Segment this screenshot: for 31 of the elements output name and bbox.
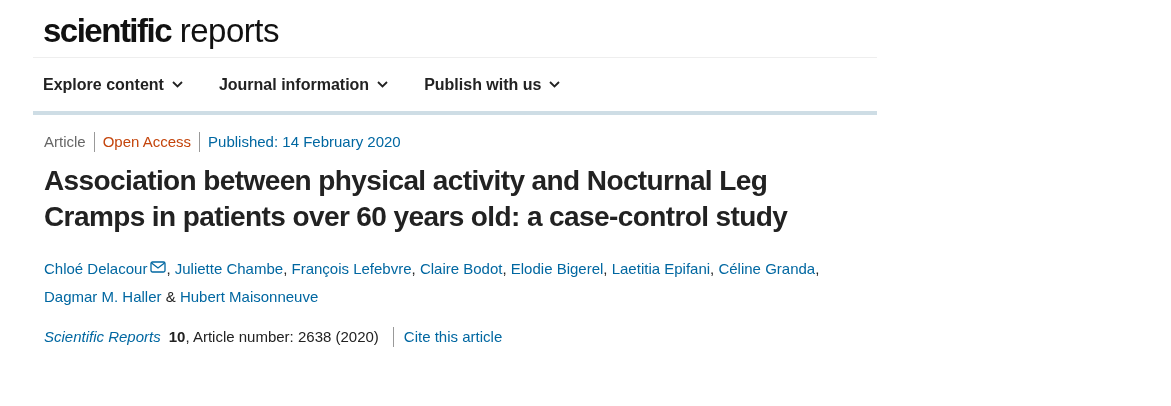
author-separator: , <box>502 260 507 277</box>
author-link[interactable]: Dagmar M. Haller <box>44 288 162 305</box>
chevron-icon <box>377 81 389 88</box>
publish-date: Published: 14 February 2020 <box>199 132 401 152</box>
author-link[interactable]: Hubert Maisonneuve <box>179 288 319 305</box>
nav-menu-button[interactable]: Journal information <box>218 72 389 97</box>
cite-link[interactable]: Cite this article <box>392 327 503 347</box>
nav-menu-button[interactable]: Publish with us <box>424 72 561 97</box>
author-separator: , <box>283 260 288 277</box>
author-link[interactable]: Juliette Chambe <box>174 260 284 277</box>
article-title: Association between physical activity and Nocturnal Leg Cramps in patients over 60 years old: a case-control study <box>44 164 789 234</box>
author-separator: , <box>166 260 171 277</box>
journal-link[interactable]: Scientific Reports <box>44 327 161 347</box>
author-separator: & <box>164 288 176 305</box>
author-separator: , <box>710 260 715 277</box>
author-separator: , <box>815 260 820 277</box>
mail-icon[interactable] <box>150 261 167 273</box>
author-separator: , <box>411 260 416 277</box>
article-type: Article <box>44 132 86 152</box>
volume-number: 10 <box>168 327 186 347</box>
journal-logo[interactable]: scientific reports <box>43 14 279 47</box>
access-label: Open Access <box>93 132 192 152</box>
article-number: , Article number: 2638 (2020) <box>185 327 379 347</box>
author-link[interactable]: Chloé Delacour <box>44 260 148 277</box>
author-link[interactable]: Claire Bodot <box>419 260 503 277</box>
chevron-icon <box>549 81 561 88</box>
author-link[interactable]: Laetitia Epifani <box>611 260 711 277</box>
author-separator: , <box>603 260 608 277</box>
author-link[interactable]: François Lefebvre <box>291 260 412 277</box>
nav-menu-button[interactable]: Explore content <box>43 72 183 97</box>
chevron-icon <box>171 81 183 88</box>
